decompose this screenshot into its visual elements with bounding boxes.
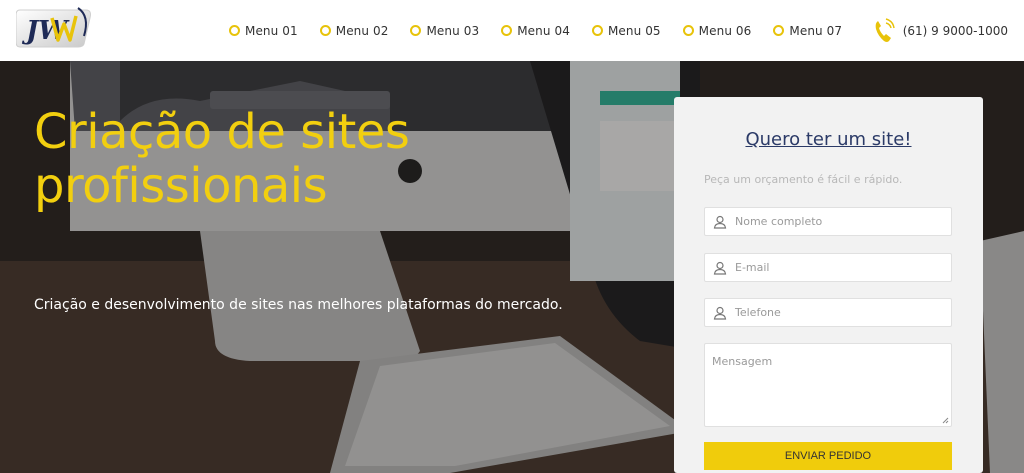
- phone-number: (61) 9 9000-1000: [902, 23, 1008, 38]
- nav-item-menu-05[interactable]: Menu 05: [591, 23, 661, 38]
- site-header: JW Menu 01 Menu 02 Menu 03 Menu 04 Menu …: [0, 0, 1024, 61]
- nav-item-menu-03[interactable]: Menu 03: [410, 24, 479, 38]
- phone-icon: [875, 17, 895, 42]
- nav-item-label: Menu 01: [245, 23, 298, 38]
- message-placeholder: Mensagem: [712, 355, 773, 368]
- circle-bullet-icon: [319, 25, 331, 36]
- circle-bullet-icon: [410, 25, 422, 36]
- nav-item-label: Menu 06: [698, 23, 752, 38]
- header-phone[interactable]: (61) 9 9000-1000: [873, 0, 1008, 61]
- quote-form-card: Quero ter um site! Peça um orçamento é f…: [674, 97, 983, 473]
- nav-item-label: Menu 02: [335, 23, 389, 38]
- nav-item-label: Menu 03: [426, 23, 480, 38]
- nav-item-menu-04[interactable]: Menu 04: [501, 24, 570, 38]
- nav-item-menu-02[interactable]: Menu 02: [319, 23, 389, 38]
- nav-item-menu-07[interactable]: Menu 07: [773, 24, 842, 38]
- message-textarea[interactable]: Mensagem: [704, 343, 952, 427]
- nav-item-label: Menu 07: [789, 23, 843, 38]
- hero-title: Criação de sites profissionais: [34, 104, 410, 214]
- circle-bullet-icon: [773, 25, 785, 36]
- name-placeholder: Nome completo: [735, 215, 823, 228]
- email-field[interactable]: E-mail: [704, 253, 952, 282]
- email-placeholder: E-mail: [735, 261, 770, 274]
- submit-button[interactable]: ENVIAR PEDIDO: [704, 442, 952, 470]
- nav-item-label: Menu 04: [517, 23, 570, 38]
- hero-subtitle: Criação e desenvolvimento de sites nas m…: [34, 297, 563, 313]
- resize-grip-icon[interactable]: [941, 416, 949, 424]
- nav-item-menu-01[interactable]: Menu 01: [229, 24, 298, 38]
- phone-placeholder: Telefone: [735, 306, 781, 319]
- user-icon: [713, 215, 727, 229]
- main-nav: Menu 01 Menu 02 Menu 03 Menu 04 Menu 05 …: [229, 0, 842, 61]
- circle-bullet-icon: [229, 25, 240, 36]
- user-icon: [713, 306, 727, 320]
- nav-item-menu-06[interactable]: Menu 06: [682, 23, 752, 38]
- logo-icon: JW: [15, 7, 91, 48]
- form-hint: Peça um orçamento é fácil e rápido.: [704, 173, 903, 186]
- circle-bullet-icon: [501, 25, 513, 36]
- form-title[interactable]: Quero ter um site!: [674, 129, 983, 150]
- circle-bullet-icon: [682, 25, 694, 36]
- user-icon: [713, 261, 727, 275]
- circle-bullet-icon: [591, 25, 603, 36]
- name-field[interactable]: Nome completo: [704, 207, 952, 236]
- site-logo[interactable]: JW: [15, 6, 92, 48]
- phone-field[interactable]: Telefone: [704, 298, 952, 327]
- nav-item-label: Menu 05: [607, 23, 661, 38]
